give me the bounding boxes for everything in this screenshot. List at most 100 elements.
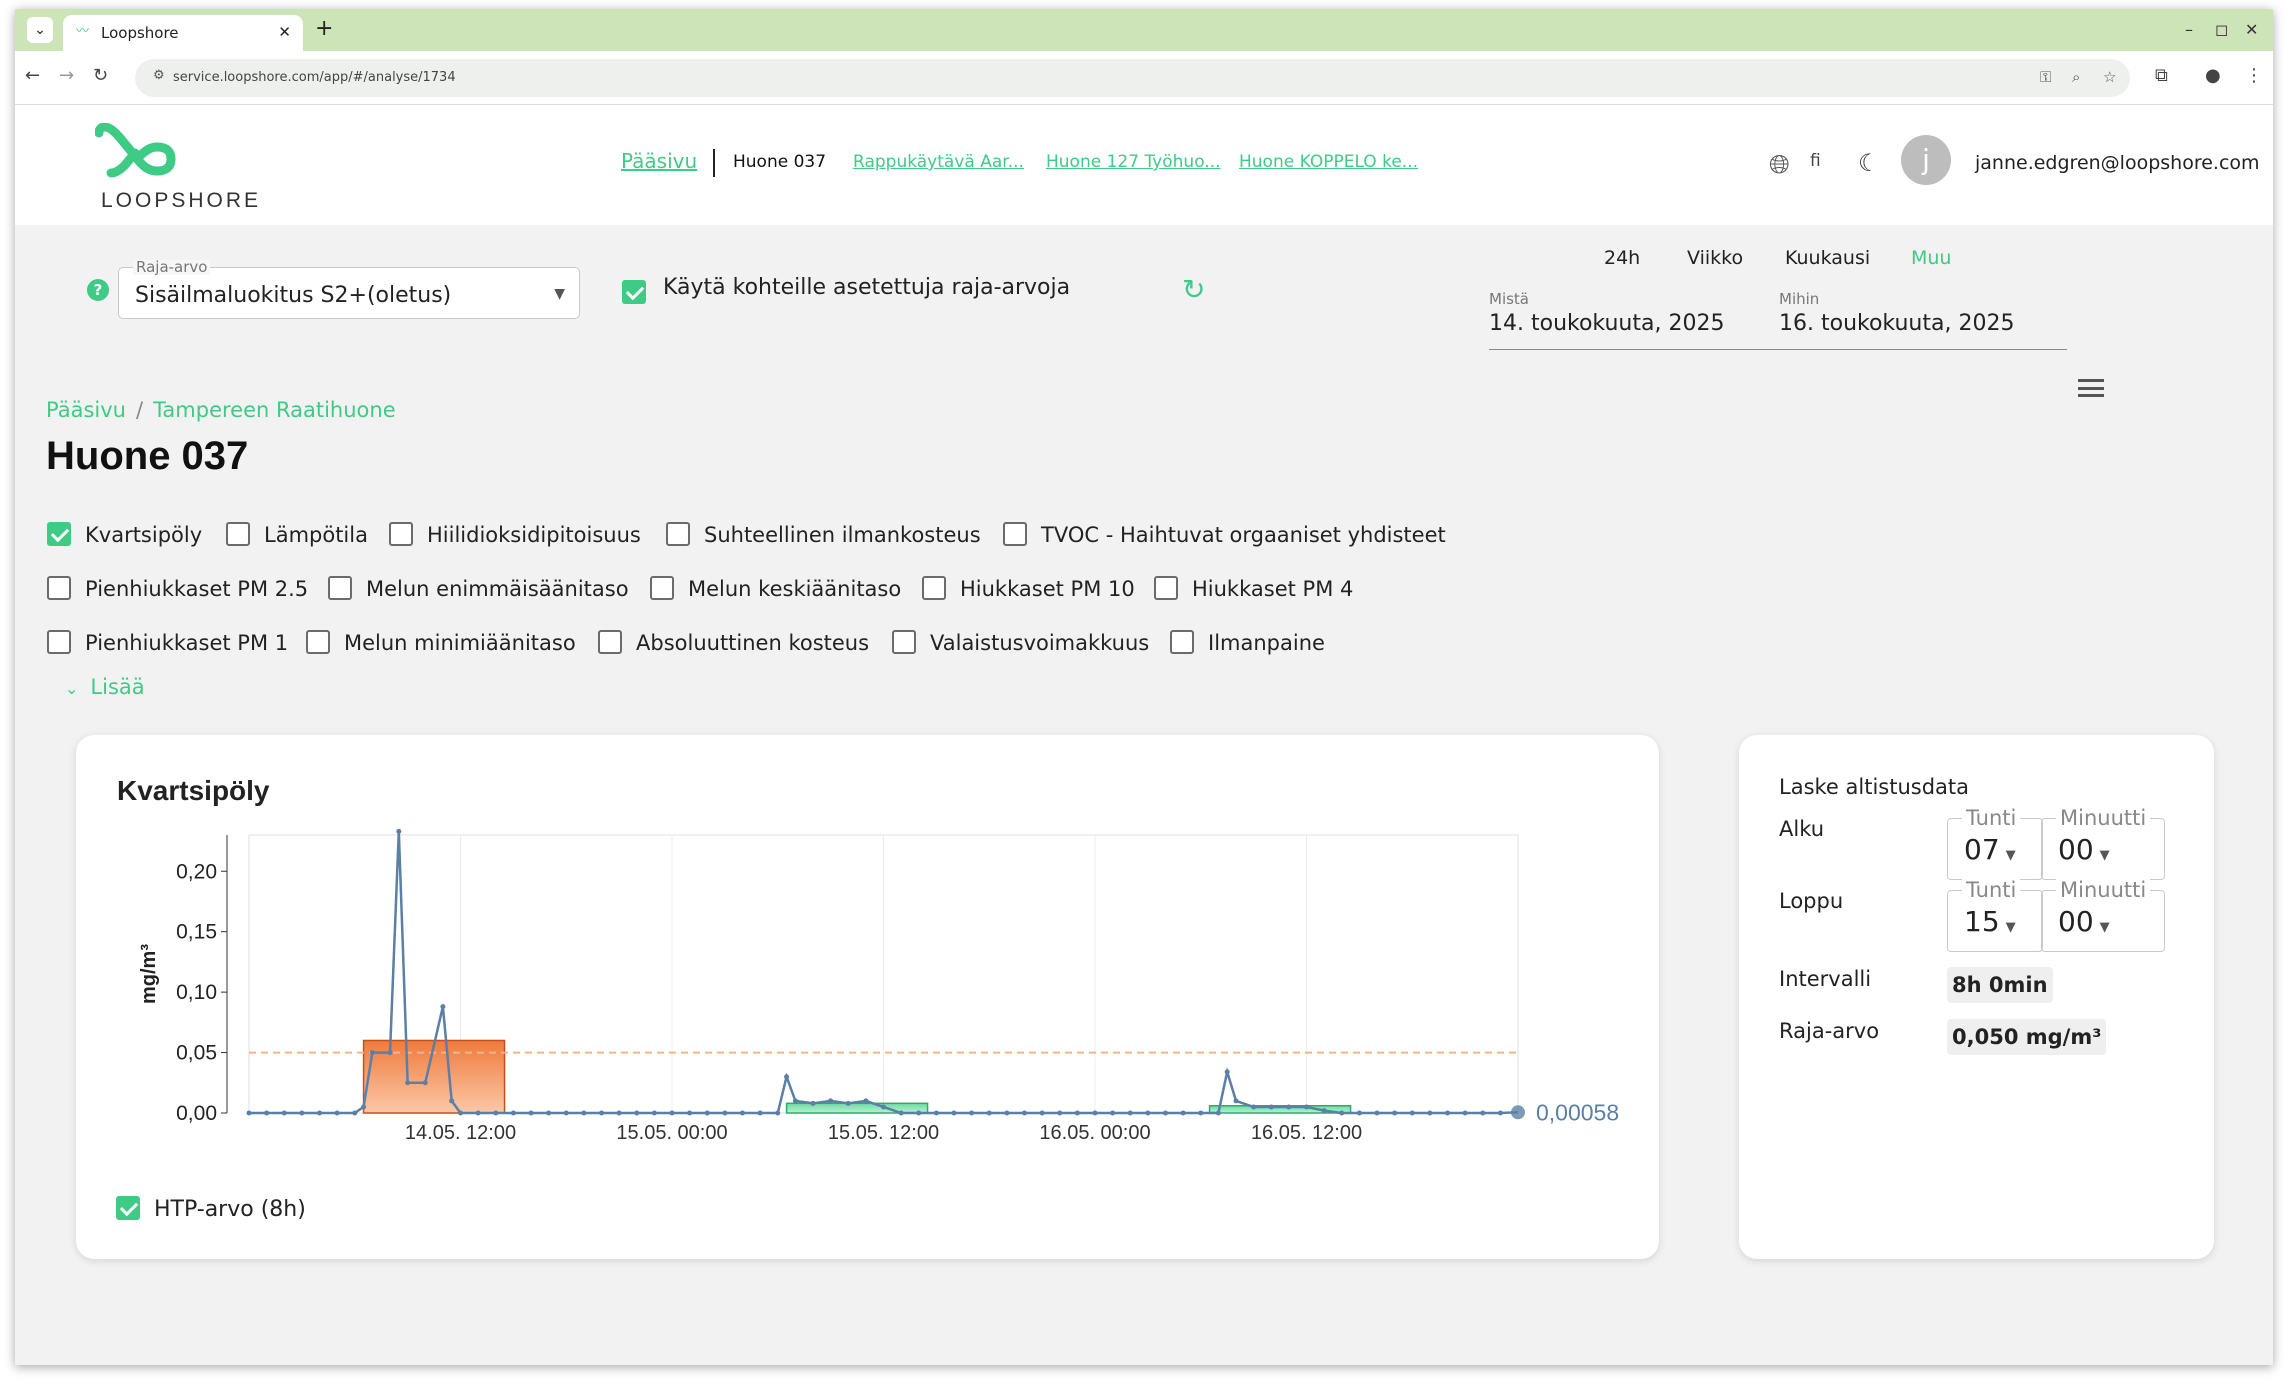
- browser-toolbar: ← → ↻ ⚙ service.loopshore.com/app/#/anal…: [15, 51, 2273, 105]
- chevron-down-icon: ⌄: [65, 679, 79, 698]
- back-icon[interactable]: ←: [25, 65, 40, 86]
- param-temperature[interactable]: Lämpötila: [226, 522, 368, 548]
- checkbox[interactable]: [922, 576, 946, 600]
- nav-room-link[interactable]: Huone KOPPELO ke...: [1239, 152, 1418, 172]
- data-point: [475, 1110, 481, 1116]
- checkbox[interactable]: [1170, 630, 1194, 654]
- period-week[interactable]: Viikko: [1687, 247, 1743, 269]
- checkbox[interactable]: [47, 522, 71, 546]
- limit-select[interactable]: Raja-arvo Sisäilmaluokitus S2+(oletus) ▼: [118, 260, 580, 319]
- period-month[interactable]: Kuukausi: [1785, 247, 1870, 269]
- dark-mode-icon[interactable]: ☾: [1858, 149, 1880, 177]
- forward-icon[interactable]: →: [59, 65, 74, 86]
- param-pm10[interactable]: Hiukkaset PM 10: [922, 576, 1135, 602]
- period-custom[interactable]: Muu: [1911, 247, 1951, 269]
- checkbox[interactable]: [650, 576, 674, 600]
- checkbox[interactable]: [666, 522, 690, 546]
- avatar[interactable]: j: [1901, 135, 1951, 185]
- site-info-icon[interactable]: ⚙: [153, 68, 165, 83]
- end-hour-select[interactable]: Tunti 15 ▼: [1947, 877, 2043, 952]
- checkbox[interactable]: [598, 630, 622, 654]
- data-point: [616, 1110, 622, 1116]
- param-humidity[interactable]: Suhteellinen ilmankosteus: [666, 522, 981, 548]
- bookmark-star-icon[interactable]: ☆: [2103, 68, 2116, 86]
- extensions-icon[interactable]: ⧉: [2155, 65, 2168, 86]
- zoom-icon[interactable]: ⌕: [2072, 68, 2080, 86]
- checkbox[interactable]: [389, 522, 413, 546]
- show-more-toggle[interactable]: ⌄ Lisää: [65, 675, 145, 699]
- checkbox[interactable]: [47, 576, 71, 600]
- checkbox[interactable]: [1154, 576, 1178, 600]
- use-target-limits-label[interactable]: Käytä kohteille asetettuja raja-arvoja: [663, 275, 1070, 300]
- new-tab-button[interactable]: +: [315, 18, 333, 40]
- browser-menu-icon[interactable]: ⋮: [2245, 65, 2263, 86]
- nav-home-link[interactable]: Pääsivu: [621, 149, 697, 173]
- minimize-icon[interactable]: –: [2185, 20, 2193, 39]
- checkbox[interactable]: [47, 630, 71, 654]
- data-point: [387, 1050, 393, 1056]
- data-point: [1198, 1110, 1204, 1116]
- data-point: [933, 1110, 939, 1116]
- globe-icon[interactable]: 🌐︎: [1769, 150, 1790, 181]
- last-value-label: 0,00058: [1536, 1099, 1619, 1125]
- browser-tab[interactable]: 〰 Loopshore ✕: [63, 15, 303, 51]
- nav-room-link[interactable]: Huone 127 Työhuo...: [1046, 152, 1221, 172]
- password-key-icon[interactable]: ⚿: [2040, 68, 2051, 86]
- help-icon[interactable]: ?: [87, 279, 109, 301]
- exposure-title: Laske altistusdata: [1779, 775, 1970, 799]
- checkbox[interactable]: [306, 630, 330, 654]
- param-noise-max[interactable]: Melun enimmäisäänitaso: [328, 576, 629, 602]
- end-label: Loppu: [1779, 889, 1844, 913]
- use-target-limits-checkbox[interactable]: [622, 280, 646, 304]
- checkbox[interactable]: [328, 576, 352, 600]
- param-noise-avg[interactable]: Melun keskiäänitaso: [650, 576, 901, 602]
- param-abs-humidity[interactable]: Absoluuttinen kosteus: [598, 630, 870, 656]
- breadcrumb-site[interactable]: Tampereen Raatihuone: [153, 398, 396, 422]
- data-point: [1224, 1069, 1230, 1075]
- legend-checkbox[interactable]: [116, 1196, 140, 1220]
- param-noise-min[interactable]: Melun minimiäänitaso: [306, 630, 576, 656]
- tab-search-icon[interactable]: ⌄: [27, 17, 53, 43]
- checkbox[interactable]: [226, 522, 250, 546]
- param-co2[interactable]: Hiilidioksidipitoisuus: [389, 522, 641, 548]
- param-tvoc[interactable]: TVOC - Haihtuvat orgaaniset yhdisteet: [1003, 522, 1446, 548]
- hamburger-menu-icon[interactable]: [2078, 379, 2104, 397]
- breadcrumb-home[interactable]: Pääsivu: [46, 398, 126, 422]
- nav-current-room[interactable]: Huone 037: [733, 152, 826, 172]
- period-24h[interactable]: 24h: [1604, 247, 1640, 269]
- param-pm1[interactable]: Pienhiukkaset PM 1: [47, 630, 288, 656]
- param-label: Absoluuttinen kosteus: [636, 631, 870, 655]
- data-point: [1127, 1110, 1133, 1116]
- checkbox[interactable]: [1003, 522, 1027, 546]
- checkbox[interactable]: [892, 630, 916, 654]
- param-illuminance[interactable]: Valaistusvoimakkuus: [892, 630, 1149, 656]
- param-pm4[interactable]: Hiukkaset PM 4: [1154, 576, 1353, 602]
- language-selector[interactable]: fi: [1810, 151, 1821, 171]
- to-date-field[interactable]: 16. toukokuuta, 2025: [1779, 311, 2014, 336]
- start-hour-select[interactable]: Tunti 07 ▼: [1947, 805, 2043, 880]
- profile-icon[interactable]: ●: [2205, 65, 2221, 86]
- start-minute-select[interactable]: Minuutti 00 ▼: [2041, 805, 2165, 880]
- param-quartz-dust[interactable]: Kvartsipöly: [47, 522, 202, 548]
- data-point: [792, 1098, 798, 1104]
- reload-icon[interactable]: ↻: [93, 65, 108, 86]
- loopshore-logo-icon[interactable]: [95, 123, 195, 185]
- chart-svg[interactable]: 14.05. 12:00 15.05. 00:00 15.05. 12:00 16.0…: [76, 825, 1659, 1185]
- chart-legend[interactable]: HTP-arvo (8h): [116, 1196, 306, 1222]
- user-email[interactable]: janne.edgren@loopshore.com: [1975, 152, 2260, 174]
- close-window-icon[interactable]: ✕: [2245, 20, 2258, 39]
- param-air-pressure[interactable]: Ilmanpaine: [1170, 630, 1325, 656]
- data-point: [1022, 1110, 1027, 1116]
- maximize-icon[interactable]: ◻: [2215, 20, 2228, 39]
- end-minute-select[interactable]: Minuutti 00 ▼: [2041, 877, 2165, 952]
- address-bar[interactable]: ⚙ service.loopshore.com/app/#/analyse/17…: [135, 59, 2130, 97]
- nav-room-link[interactable]: Rappukäytävä Aar...: [853, 152, 1024, 172]
- refresh-icon[interactable]: ↻: [1182, 273, 1205, 306]
- chart-title: Kvartsipöly: [117, 775, 270, 806]
- end-minute-value: 00: [2058, 905, 2094, 938]
- start-hour-value: 07: [1964, 833, 2000, 866]
- from-date-field[interactable]: 14. toukokuuta, 2025: [1489, 311, 1724, 336]
- param-pm25[interactable]: Pienhiukkaset PM 2.5: [47, 576, 308, 602]
- close-tab-icon[interactable]: ✕: [278, 23, 291, 41]
- x-tick-label: 15.05. 00:00: [616, 1122, 727, 1144]
